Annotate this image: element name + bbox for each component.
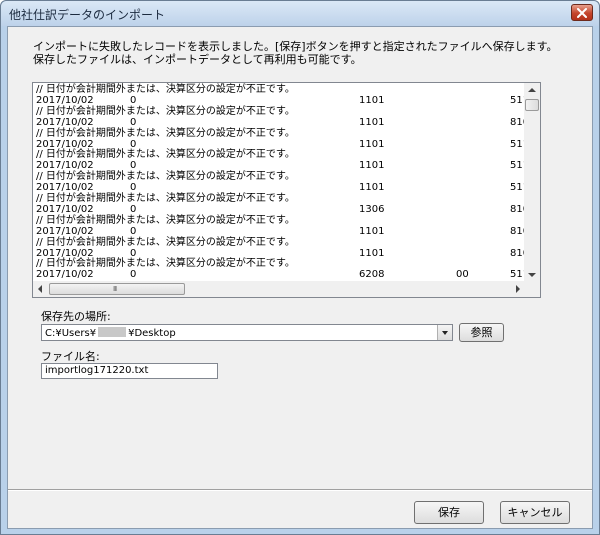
log-record-c2: 1101 [359, 138, 385, 150]
log-record-c1: 0 [130, 138, 137, 150]
close-button[interactable] [571, 4, 593, 21]
scroll-right-arrow-icon[interactable] [516, 285, 520, 293]
log-record-date: 2017/10/02 [36, 94, 94, 106]
import-dialog-window: 他社仕訳データのインポート インポートに失敗したレコードを表示しました。[保存]… [0, 0, 600, 535]
log-record-c4: 511 [510, 160, 525, 172]
log-record-c4: 511 [510, 138, 525, 150]
log-error-text: // 日付が会計期間外または、決算区分の設定が不正です。 [36, 171, 295, 183]
scroll-down-arrow-icon[interactable] [528, 273, 536, 277]
browse-button[interactable]: 参照 [459, 323, 504, 342]
file-name-input[interactable]: importlog171220.txt [41, 363, 218, 379]
log-record-date: 2017/10/02 [36, 203, 94, 215]
failed-records-textbox[interactable]: // 日付が会計期間外または、決算区分の設定が不正です。 2017/10/02 0 1… [32, 82, 541, 298]
info-message-line-2: 保存したファイルは、インポートデータとして再利用も可能です。 [33, 53, 362, 66]
file-name-label: ファイル名: [41, 350, 100, 363]
log-record-c4: 810 [510, 203, 525, 215]
log-record-date: 2017/10/02 [36, 247, 94, 259]
log-error-text: // 日付が会計期間外または、決算区分の設定が不正です。 [36, 127, 295, 139]
log-record-c2: 1101 [359, 225, 385, 237]
scrollbar-corner [524, 281, 540, 297]
log-error-text: // 日付が会計期間外または、決算区分の設定が不正です。 [36, 236, 295, 248]
log-record-c4: 810 [510, 116, 525, 128]
log-error-text: // 日付が会計期間外または、決算区分の設定が不正です。 [36, 193, 295, 204]
log-record-c4: 511 [510, 269, 525, 281]
info-message: インポートに失敗したレコードを表示しました。[保存]ボタンを押すと指定されたファ… [33, 40, 557, 66]
redacted-username [98, 327, 127, 337]
log-record-c2: 1101 [359, 182, 385, 194]
log-record-c1: 0 [130, 116, 137, 128]
log-record-date: 2017/10/02 [36, 138, 94, 150]
log-record-c1: 0 [130, 269, 137, 281]
log-record-c3: 00 [456, 269, 469, 281]
log-record-c1: 0 [130, 225, 137, 237]
log-record-c2: 1101 [359, 247, 385, 259]
cancel-button[interactable]: キャンセル [500, 501, 570, 524]
log-record-c2: 1101 [359, 116, 385, 128]
scroll-left-arrow-icon[interactable] [38, 285, 42, 293]
vertical-scrollbar[interactable] [524, 83, 540, 282]
horizontal-scroll-thumb[interactable]: III [49, 283, 185, 295]
log-record-c2: 1101 [359, 94, 385, 106]
info-message-line-1: インポートに失敗したレコードを表示しました。[保存]ボタンを押すと指定されたファ… [33, 40, 558, 53]
scroll-up-arrow-icon[interactable] [528, 88, 536, 92]
footer-separator [8, 489, 592, 491]
close-x-icon [577, 7, 587, 18]
save-location-label: 保存先の場所: [41, 310, 111, 323]
log-record-date: 2017/10/02 [36, 182, 94, 194]
dialog-client-area: インポートに失敗したレコードを表示しました。[保存]ボタンを押すと指定されたファ… [7, 26, 593, 529]
log-record-c1: 0 [130, 203, 137, 215]
log-record-date: 2017/10/02 [36, 225, 94, 237]
log-error-text: // 日付が会計期間外または、決算区分の設定が不正です。 [36, 258, 295, 270]
title-bar[interactable]: 他社仕訳データのインポート [1, 1, 599, 26]
log-record-c1: 0 [130, 94, 137, 106]
log-error-text: // 日付が会計期間外または、決算区分の設定が不正です。 [36, 149, 295, 161]
chevron-down-icon[interactable] [437, 325, 452, 340]
log-record-c1: 0 [130, 182, 137, 194]
save-button[interactable]: 保存 [414, 501, 484, 524]
save-location-value: C:¥Users¥ ¥Desktop [45, 327, 176, 339]
scroll-grip-icon: III [113, 285, 117, 293]
horizontal-scrollbar[interactable]: III [33, 281, 525, 297]
log-error-text: // 日付が会計期間外または、決算区分の設定が不正です。 [36, 105, 295, 117]
window-title: 他社仕訳データのインポート [9, 8, 166, 22]
file-name-value: importlog171220.txt [45, 365, 149, 376]
log-record-c2: 1306 [359, 203, 385, 215]
log-record-c1: 0 [130, 247, 137, 259]
log-record-c4: 810 [510, 225, 525, 237]
log-error-text: // 日付が会計期間外または、決算区分の設定が不正です。 [36, 214, 295, 226]
log-record-c4: 511 [510, 182, 525, 194]
log-record-c4: 810 [510, 247, 525, 259]
log-error-text: // 日付が会計期間外または、決算区分の設定が不正です。 [36, 84, 295, 95]
log-record-date: 2017/10/02 [36, 269, 94, 281]
log-record-c2: 1101 [359, 160, 385, 172]
log-record-c1: 0 [130, 160, 137, 172]
vertical-scroll-thumb[interactable] [525, 99, 539, 111]
log-record-date: 2017/10/02 [36, 116, 94, 128]
log-record-c2: 6208 [359, 269, 385, 281]
failed-records-lines: // 日付が会計期間外または、決算区分の設定が不正です。 2017/10/02 0 1… [33, 83, 525, 282]
log-record-date: 2017/10/02 [36, 160, 94, 172]
log-record-c4: 511 [510, 94, 525, 106]
save-location-combobox[interactable]: C:¥Users¥ ¥Desktop [41, 324, 453, 341]
